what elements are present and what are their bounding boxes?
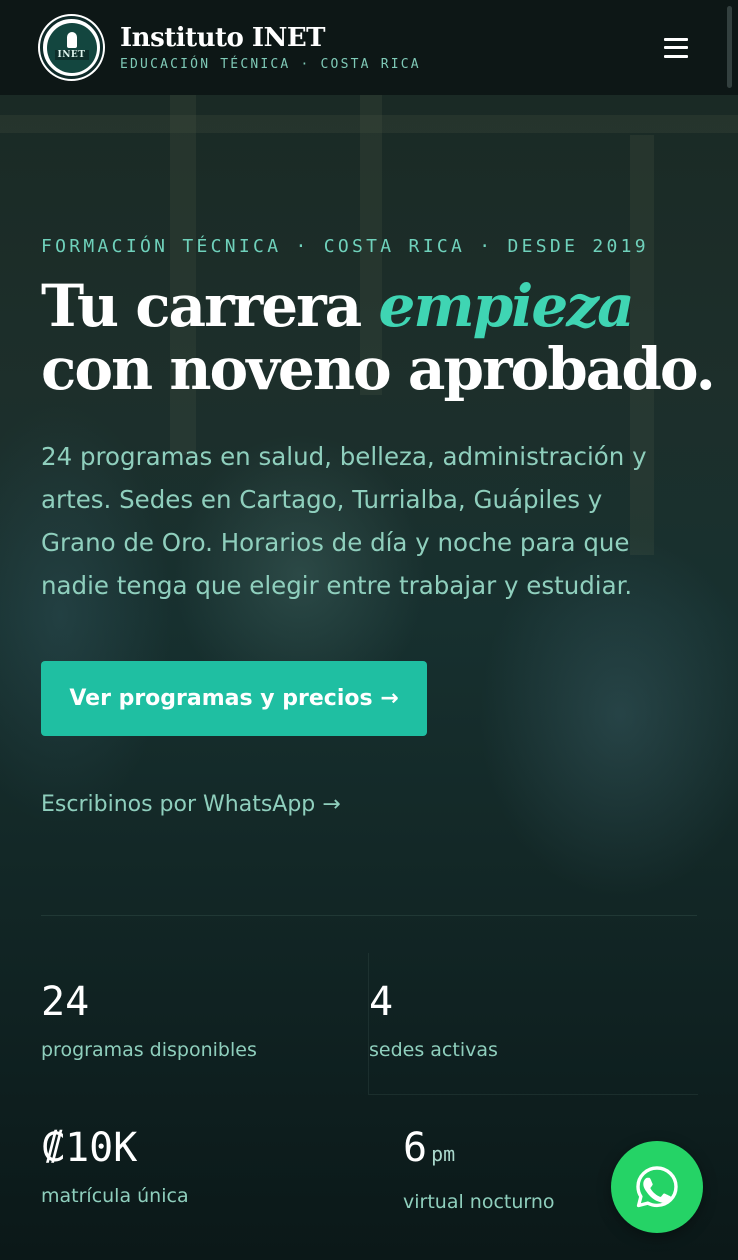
- headline-part2: con noveno aprobado.: [41, 335, 716, 403]
- hero-eyebrow: FORMACIÓN TÉCNICA · COSTA RICA · DESDE 2…: [41, 236, 649, 257]
- headline-part1: Tu carrera: [41, 272, 379, 340]
- background-beam: [0, 115, 738, 133]
- stat-unit: pm: [431, 1142, 456, 1166]
- brand: Instituto INET EDUCACIÓN TÉCNICA · COSTA…: [120, 23, 421, 72]
- stat-night-virtual: 6 pm virtual nocturno: [403, 1126, 555, 1213]
- stat-value: 4: [369, 979, 394, 1025]
- stat-value: 6: [403, 1125, 428, 1171]
- logo-text: INET: [54, 49, 89, 60]
- stat-value-wrapper: 6 pm: [403, 1126, 555, 1176]
- brand-name[interactable]: Instituto INET: [120, 23, 421, 53]
- stat-value: ₡10K: [41, 1125, 138, 1171]
- programs-prices-button[interactable]: Ver programas y precios →: [41, 661, 427, 736]
- hamburger-menu-icon[interactable]: [664, 37, 688, 58]
- site-header: INET Instituto INET EDUCACIÓN TÉCNICA · …: [0, 0, 738, 95]
- site-logo[interactable]: INET: [40, 16, 103, 79]
- hero-section: FORMACIÓN TÉCNICA · COSTA RICA · DESDE 2…: [0, 95, 738, 1260]
- whatsapp-link[interactable]: Escribinos por WhatsApp →: [41, 792, 341, 817]
- stat-label: matrícula única: [41, 1185, 189, 1207]
- stat-label: sedes activas: [369, 1039, 498, 1061]
- stat-label: programas disponibles: [41, 1039, 257, 1061]
- stat-label: virtual nocturno: [403, 1191, 555, 1213]
- whatsapp-icon[interactable]: [611, 1141, 703, 1233]
- headline-accent: empieza: [378, 272, 634, 340]
- hero-lead: 24 programas en salud, belleza, administ…: [41, 442, 647, 600]
- whatsapp-glyph: [636, 1166, 678, 1208]
- logo-figure-icon: [66, 31, 77, 48]
- scrollbar[interactable]: [727, 6, 732, 88]
- logo-emblem: INET: [46, 22, 97, 73]
- brand-subtitle: EDUCACIÓN TÉCNICA · COSTA RICA: [120, 57, 421, 72]
- hero-headline: Tu carrera empieza con noveno aprobado.: [41, 275, 721, 401]
- stat-value: 24: [41, 979, 90, 1025]
- stat-enrollment: ₡10K matrícula única: [41, 1126, 189, 1207]
- stat-programs: 24 programas disponibles: [41, 980, 257, 1061]
- divider: [41, 915, 697, 916]
- stat-campuses: 4 sedes activas: [369, 980, 498, 1061]
